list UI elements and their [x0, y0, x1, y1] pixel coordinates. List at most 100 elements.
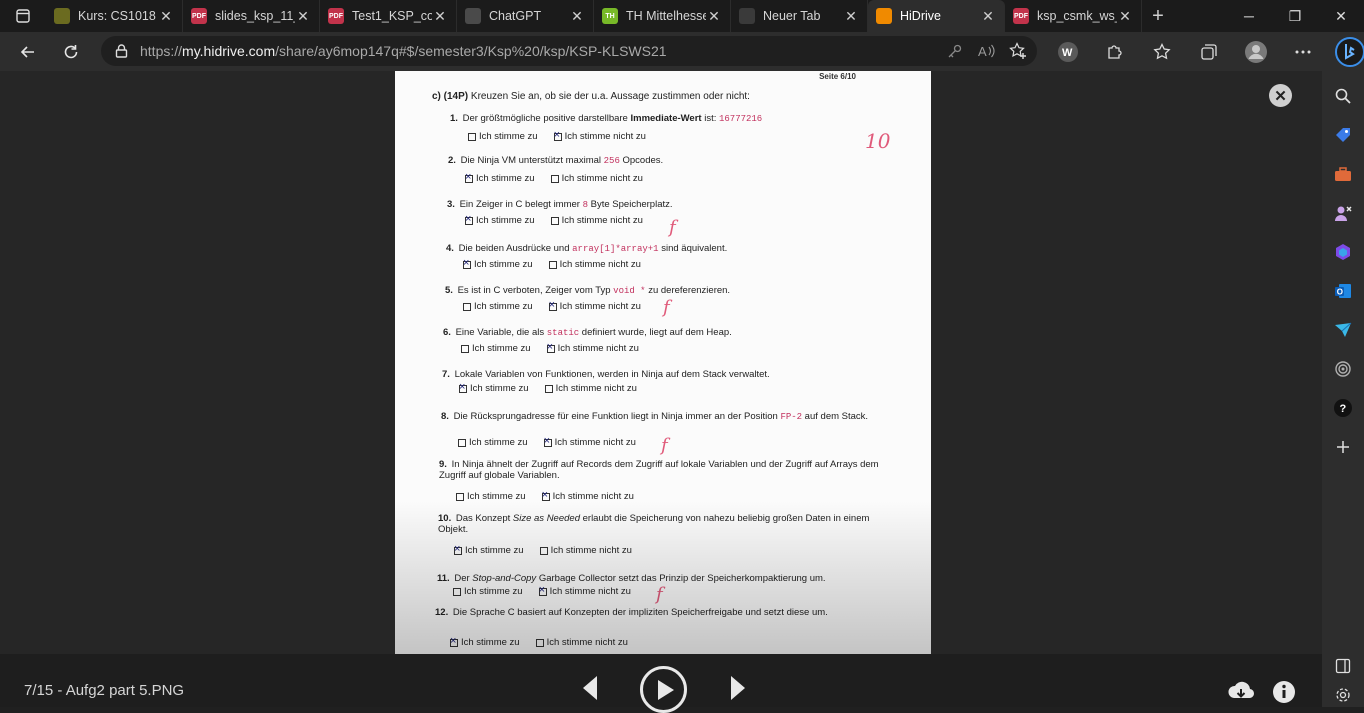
disagree-option[interactable]: Ich stimme nicht zu: [544, 437, 636, 448]
sidebar-help-button[interactable]: ?: [1328, 393, 1358, 423]
agree-option[interactable]: Ich stimme zu: [463, 301, 533, 312]
disagree-option[interactable]: Ich stimme nicht zu: [551, 173, 643, 184]
collections-button[interactable]: [1185, 36, 1232, 68]
checkbox[interactable]: [549, 261, 557, 269]
read-aloud-icon[interactable]: A: [977, 43, 995, 59]
sidebar-hide-button[interactable]: [1328, 651, 1358, 681]
tab-close-icon[interactable]: ✕: [706, 8, 722, 25]
address-bar[interactable]: https://my.hidrive.com/share/ay6mop147q#…: [101, 36, 1037, 66]
sidebar-shopping-button[interactable]: [1328, 120, 1358, 150]
sidebar-tools-button[interactable]: [1328, 159, 1358, 189]
extensions-button[interactable]: [1091, 36, 1138, 68]
agree-option[interactable]: Ich stimme zu: [450, 637, 520, 648]
agree-option[interactable]: Ich stimme zu: [456, 491, 526, 502]
sidebar-add-button[interactable]: [1328, 432, 1358, 462]
agree-option[interactable]: Ich stimme zu: [463, 259, 533, 270]
disagree-option[interactable]: Ich stimme nicht zu: [539, 586, 631, 597]
checkbox[interactable]: [545, 385, 553, 393]
disagree-option[interactable]: Ich stimme nicht zu: [549, 301, 641, 312]
tab-close-icon[interactable]: ✕: [158, 8, 174, 25]
checkbox[interactable]: [547, 345, 555, 353]
agree-option[interactable]: Ich stimme zu: [454, 545, 524, 556]
sidebar-search-button[interactable]: [1328, 81, 1358, 111]
tab-5[interactable]: Neuer Tab✕: [731, 0, 868, 32]
checkbox[interactable]: [539, 588, 547, 596]
previous-button[interactable]: [580, 674, 600, 702]
tab-2[interactable]: PDFTest1_KSP_corr✕: [320, 0, 457, 32]
sidebar-drop-button[interactable]: [1328, 315, 1358, 345]
next-button[interactable]: [728, 674, 748, 702]
checkbox[interactable]: [456, 493, 464, 501]
sidebar-designer-button[interactable]: [1328, 354, 1358, 384]
play-button[interactable]: [640, 666, 687, 713]
checkbox[interactable]: [544, 439, 552, 447]
sidebar-outlook-button[interactable]: O: [1328, 276, 1358, 306]
info-button[interactable]: [1272, 680, 1298, 706]
close-window-button[interactable]: ✕: [1318, 0, 1364, 32]
sidebar-settings-button[interactable]: [1328, 683, 1358, 707]
tab-6[interactable]: HiDrive✕: [868, 0, 1005, 32]
checkbox[interactable]: [459, 385, 467, 393]
checkbox[interactable]: [554, 133, 562, 141]
tab-close-icon[interactable]: ✕: [569, 8, 585, 25]
tab-actions-button[interactable]: [0, 0, 46, 32]
checkbox[interactable]: [463, 261, 471, 269]
maximize-button[interactable]: ❐: [1272, 0, 1318, 32]
settings-menu-button[interactable]: [1279, 36, 1326, 68]
checkbox[interactable]: [468, 133, 476, 141]
disagree-option[interactable]: Ich stimme nicht zu: [545, 383, 637, 394]
agree-option[interactable]: Ich stimme zu: [465, 215, 535, 226]
profile-button[interactable]: [1232, 36, 1279, 68]
tab-close-icon[interactable]: ✕: [1117, 8, 1133, 25]
checkbox[interactable]: [450, 639, 458, 647]
sidebar-games-button[interactable]: [1328, 198, 1358, 228]
back-button[interactable]: [10, 36, 46, 68]
sidebar-office-button[interactable]: [1328, 237, 1358, 267]
checkbox[interactable]: [458, 439, 466, 447]
disagree-option[interactable]: Ich stimme nicht zu: [542, 491, 634, 502]
tab-0[interactable]: Kurs: CS1018 Kr✕: [46, 0, 183, 32]
favorites-button[interactable]: [1138, 36, 1185, 68]
minimize-button[interactable]: ─: [1226, 0, 1272, 32]
checkbox[interactable]: [540, 547, 548, 555]
checkbox[interactable]: [453, 588, 461, 596]
extension-button[interactable]: W: [1044, 36, 1091, 68]
checkbox[interactable]: [465, 217, 473, 225]
agree-option[interactable]: Ich stimme zu: [465, 173, 535, 184]
tab-close-icon[interactable]: ✕: [432, 8, 448, 25]
add-favorite-icon[interactable]: [1009, 42, 1027, 60]
bing-button[interactable]: [1326, 36, 1364, 68]
key-icon[interactable]: [947, 43, 963, 59]
checkbox[interactable]: [454, 547, 462, 555]
new-tab-button[interactable]: +: [1142, 5, 1174, 28]
checkbox[interactable]: [536, 639, 544, 647]
disagree-option[interactable]: Ich stimme nicht zu: [551, 215, 643, 226]
refresh-button[interactable]: [53, 36, 89, 68]
tab-3[interactable]: ChatGPT✕: [457, 0, 594, 32]
tab-close-icon[interactable]: ✕: [980, 8, 996, 25]
agree-option[interactable]: Ich stimme zu: [461, 343, 531, 354]
checkbox[interactable]: [461, 345, 469, 353]
tab-close-icon[interactable]: ✕: [843, 8, 859, 25]
checkbox[interactable]: [551, 217, 559, 225]
disagree-option[interactable]: Ich stimme nicht zu: [547, 343, 639, 354]
checkbox[interactable]: [465, 175, 473, 183]
disagree-option[interactable]: Ich stimme nicht zu: [540, 545, 632, 556]
url-text[interactable]: https://my.hidrive.com/share/ay6mop147q#…: [140, 43, 667, 59]
disagree-option[interactable]: Ich stimme nicht zu: [549, 259, 641, 270]
disagree-option[interactable]: Ich stimme nicht zu: [554, 131, 646, 142]
disagree-option[interactable]: Ich stimme nicht zu: [536, 637, 628, 648]
checkbox[interactable]: [549, 303, 557, 311]
agree-option[interactable]: Ich stimme zu: [459, 383, 529, 394]
tab-4[interactable]: THTH Mittelhesse✕: [594, 0, 731, 32]
tab-close-icon[interactable]: ✕: [295, 8, 311, 25]
checkbox[interactable]: [551, 175, 559, 183]
download-button[interactable]: [1227, 680, 1253, 706]
close-viewer-button[interactable]: ✕: [1269, 84, 1292, 107]
tab-7[interactable]: PDFksp_csmk_ws_2✕: [1005, 0, 1142, 32]
tab-1[interactable]: PDFslides_ksp_11_n✕: [183, 0, 320, 32]
agree-option[interactable]: Ich stimme zu: [453, 586, 523, 597]
checkbox[interactable]: [542, 493, 550, 501]
agree-option[interactable]: Ich stimme zu: [468, 131, 538, 142]
checkbox[interactable]: [463, 303, 471, 311]
